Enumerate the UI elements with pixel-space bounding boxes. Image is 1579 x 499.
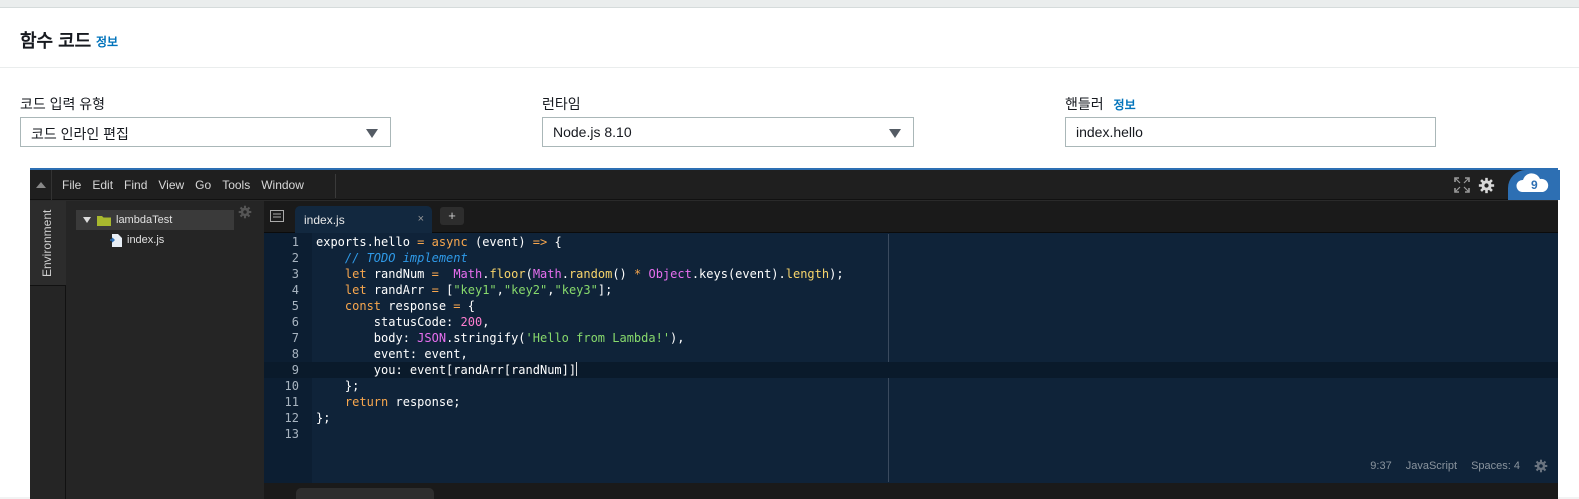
menu-find[interactable]: Find <box>124 178 147 192</box>
runtime-select[interactable]: Node.js 8.10 <box>542 117 914 147</box>
code-text: }; <box>316 379 360 393</box>
line-number: 2 <box>291 251 299 265</box>
handler-input[interactable]: index.hello <box>1065 117 1436 147</box>
line-number: 10 <box>284 379 299 393</box>
environment-label: Environment <box>40 209 54 277</box>
line-number: 8 <box>291 347 299 361</box>
code-text: you: event[randArr[randNum]] <box>316 362 578 377</box>
code-line[interactable]: 5 const response = { <box>264 298 1558 314</box>
runtime-label: 런타임 <box>542 96 581 112</box>
code-text: let randArr = ["key1","key2","key3"]; <box>344 283 613 297</box>
code-entry-type-value: 코드 인라인 편집 <box>31 126 129 142</box>
tab-menu-icon[interactable] <box>270 210 284 222</box>
code-line[interactable]: 10 }; <box>264 378 1558 394</box>
code-line[interactable]: 11 return response; <box>264 394 1558 410</box>
panel-info-link[interactable]: 정보 <box>96 33 118 50</box>
editor-tabbar: index.js × + <box>264 201 1558 233</box>
code-text: event: event, <box>316 347 468 361</box>
line-number: 11 <box>284 395 299 409</box>
code-text: // TODO implement <box>344 251 468 265</box>
cloud9-logo: 9 <box>1508 170 1560 200</box>
code-text: body: JSON.stringify('Hello from Lambda!… <box>316 331 685 345</box>
code-text: exports.hello = async (event) => { <box>316 235 562 249</box>
folder-icon <box>97 215 111 226</box>
tab-label: index.js <box>304 213 345 227</box>
editor-pane: index.js × + 1 exports.hello = async (eve… <box>264 201 1558 499</box>
tree-file-row[interactable]: index.js <box>110 230 164 250</box>
line-number: 12 <box>284 411 299 425</box>
line-number: 6 <box>291 315 299 329</box>
editor-statusbar: 9:37 JavaScript Spaces: 4 <box>1370 459 1548 473</box>
ide-menubar: File Edit Find View Go Tools Window 9 <box>30 170 1560 200</box>
code-text: let randNum = Math.floor(Math.random() *… <box>344 267 844 281</box>
handler-label-text: 핸들러 <box>1065 96 1104 112</box>
runtime-value: Node.js 8.10 <box>553 124 632 140</box>
chevron-down-icon <box>366 129 378 138</box>
code-text: return response; <box>344 395 461 409</box>
tree-file-label: index.js <box>127 234 165 246</box>
environment-sidebar: Environment <box>30 201 66 499</box>
close-icon[interactable]: × <box>418 213 424 225</box>
bottom-panel-tab[interactable] <box>296 488 434 499</box>
handler-label: 핸들러 정보 <box>1065 94 1136 114</box>
text-cursor <box>576 362 578 376</box>
indent-setting[interactable]: Spaces: 4 <box>1471 460 1520 472</box>
code-line[interactable]: 2 // TODO implement <box>264 250 1558 266</box>
code-line[interactable]: 12}; <box>264 410 1558 426</box>
panel-title: 함수 코드 <box>20 31 92 51</box>
tree-settings-gear-icon[interactable] <box>238 205 252 219</box>
tab-index-js[interactable]: index.js × <box>295 206 432 233</box>
line-number: 7 <box>291 331 299 345</box>
editor-settings-gear-icon[interactable] <box>1534 459 1548 473</box>
menu-edit[interactable]: Edit <box>92 178 113 192</box>
file-tree: lambdaTest index.js <box>66 201 264 499</box>
language-mode[interactable]: JavaScript <box>1406 460 1457 472</box>
menu-file[interactable]: File <box>62 178 81 192</box>
menu-view[interactable]: View <box>158 178 184 192</box>
menu-window[interactable]: Window <box>261 178 304 192</box>
cloud9-cloud-icon: 9 <box>1516 173 1549 192</box>
line-number: 1 <box>291 235 299 249</box>
expand-triangle-icon[interactable] <box>83 217 91 223</box>
code-text: }; <box>316 411 331 425</box>
code-entry-type-select[interactable]: 코드 인라인 편집 <box>20 117 391 147</box>
code-line[interactable]: 8 event: event, <box>264 346 1558 362</box>
svg-text:9: 9 <box>1531 178 1538 192</box>
code-line[interactable]: 4 let randArr = ["key1","key2","key3"]; <box>264 282 1558 298</box>
code-text: const response = { <box>344 299 475 313</box>
line-number: 4 <box>291 283 299 297</box>
add-tab-button[interactable]: + <box>440 207 464 225</box>
environment-tab[interactable]: Environment <box>30 201 66 286</box>
code-line[interactable]: 13 <box>264 426 1558 442</box>
line-number: 13 <box>284 427 299 441</box>
line-number: 5 <box>291 299 299 313</box>
handler-info-link[interactable]: 정보 <box>1114 98 1136 112</box>
tree-folder-row[interactable]: lambdaTest <box>76 210 234 230</box>
chevron-down-icon <box>889 129 901 138</box>
preferences-gear-icon[interactable] <box>1478 177 1495 194</box>
menu-items: File Edit Find View Go Tools Window <box>62 178 315 192</box>
code-entry-type-label: 코드 입력 유형 <box>20 96 106 112</box>
code-line[interactable]: 3 let randNum = Math.floor(Math.random()… <box>264 266 1558 282</box>
code-line[interactable]: 7 body: JSON.stringify('Hello from Lambd… <box>264 330 1558 346</box>
panel-header: 함수 코드 정보 <box>0 8 1579 68</box>
code-line[interactable]: 1 exports.hello = async (event) => { <box>264 234 1558 250</box>
menu-tools[interactable]: Tools <box>222 178 250 192</box>
fullscreen-icon[interactable] <box>1454 177 1470 193</box>
line-number: 3 <box>291 267 299 281</box>
menu-go[interactable]: Go <box>195 178 211 192</box>
top-strip <box>0 0 1579 8</box>
code-line[interactable]: 9 you: event[randArr[randNum]] <box>264 362 1558 378</box>
collapse-menubar-button[interactable] <box>30 170 52 200</box>
menu-divider <box>335 174 336 198</box>
line-number: 9 <box>291 363 299 377</box>
code-text: statusCode: 200, <box>316 315 490 329</box>
tree-folder-label: lambdaTest <box>116 214 173 226</box>
code-line[interactable]: 6 statusCode: 200, <box>264 314 1558 330</box>
code-editor-ide: File Edit Find View Go Tools Window 9 En… <box>30 168 1560 499</box>
cursor-position[interactable]: 9:37 <box>1370 460 1391 472</box>
js-file-icon <box>110 233 122 247</box>
